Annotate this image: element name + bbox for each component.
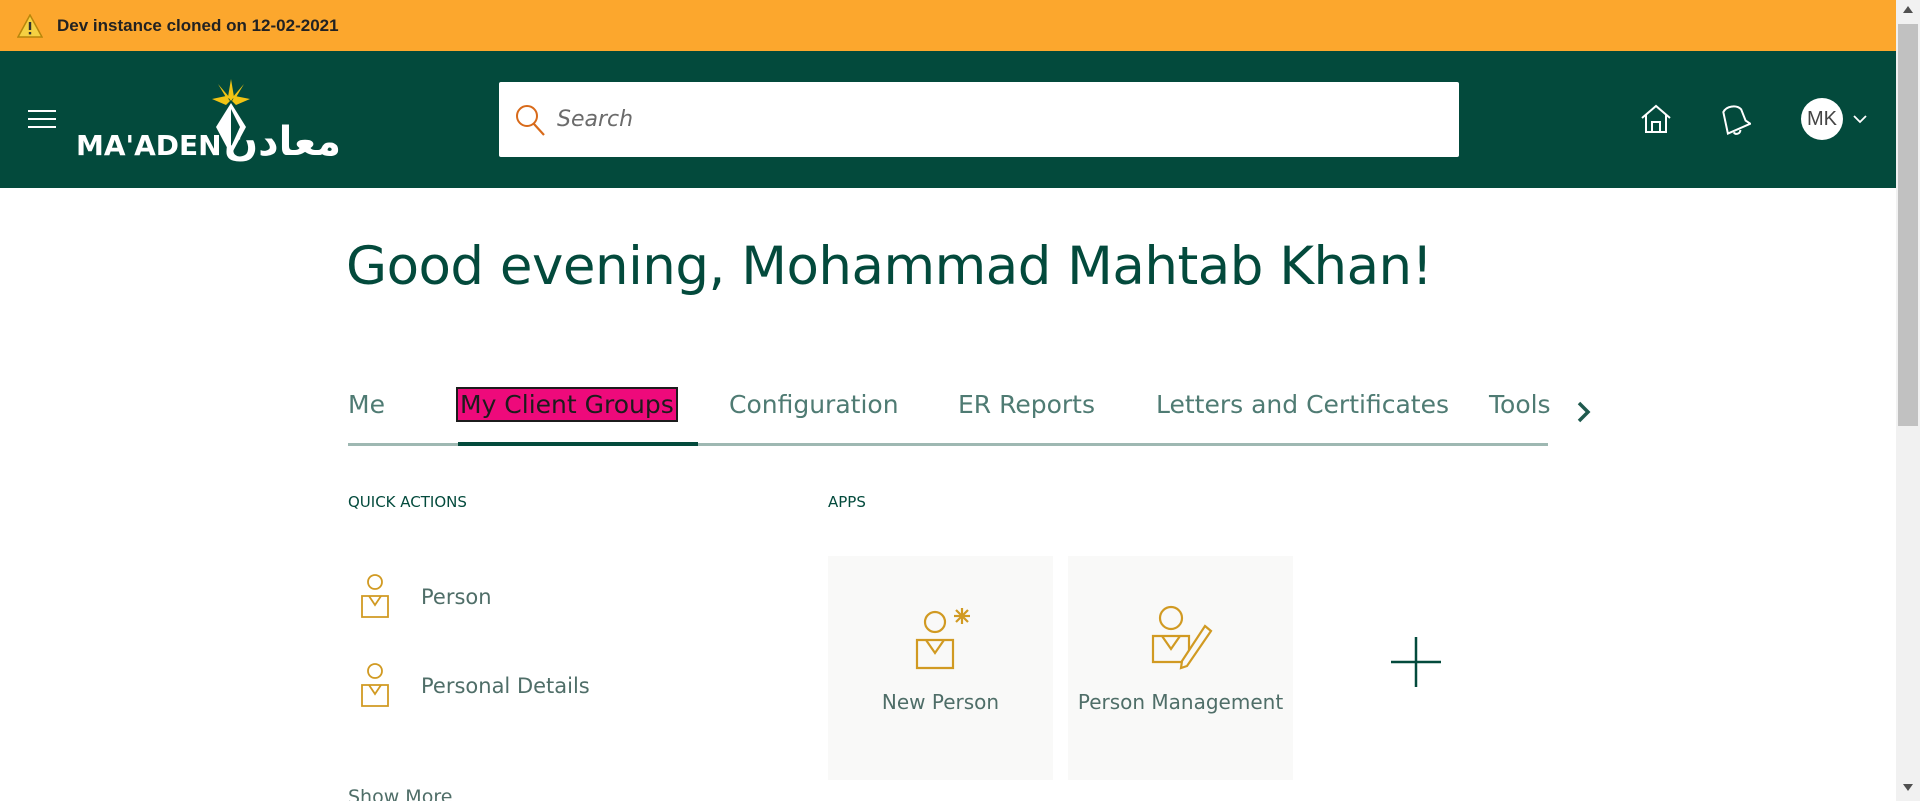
- quick-actions-title: QUICK ACTIONS: [348, 493, 467, 511]
- navigation-tabs: Me My Client Groups Configuration ER Rep…: [348, 380, 1551, 446]
- app-label: New Person: [881, 690, 1000, 714]
- person-icon: [361, 574, 389, 618]
- app-person-management[interactable]: Person Management: [1068, 556, 1293, 780]
- tab-tools[interactable]: Tools: [1489, 390, 1551, 419]
- show-more-link[interactable]: Show More: [348, 786, 452, 801]
- environment-banner: Dev instance cloned on 12-02-2021: [0, 0, 1896, 51]
- new-person-icon: [915, 608, 970, 670]
- logo-arabic-text: معادن: [224, 119, 342, 165]
- banner-text: Dev instance cloned on 12-02-2021: [57, 15, 339, 35]
- search-icon: [516, 104, 545, 136]
- app-new-person[interactable]: New Person: [828, 556, 1053, 780]
- greeting-heading: Good evening, Mohammad Mahtab Khan!: [346, 236, 1433, 297]
- bell-icon[interactable]: [1717, 102, 1751, 136]
- chevron-down-icon[interactable]: [1852, 111, 1868, 127]
- quick-action-label: Personal Details: [421, 674, 590, 698]
- plus-icon[interactable]: [1390, 636, 1442, 688]
- global-header: MA'ADEN معادن MK: [0, 51, 1896, 188]
- apps-title: APPS: [828, 493, 866, 511]
- scrollbar-thumb[interactable]: [1898, 24, 1918, 426]
- home-icon[interactable]: [1639, 102, 1673, 136]
- quick-action-label: Person: [421, 585, 492, 609]
- scroll-down-arrow-icon[interactable]: [1903, 784, 1913, 791]
- page: Dev instance cloned on 12-02-2021 MA'ADE…: [0, 0, 1920, 801]
- global-search[interactable]: [499, 82, 1459, 157]
- tab-configuration[interactable]: Configuration: [729, 390, 899, 419]
- hamburger-menu-icon[interactable]: [28, 110, 56, 132]
- warning-icon: [17, 13, 43, 38]
- search-input[interactable]: [557, 99, 1437, 140]
- avatar-initials: MK: [1807, 107, 1837, 130]
- person-icon: [361, 663, 389, 707]
- tab-me[interactable]: Me: [348, 390, 385, 419]
- chevron-right-icon[interactable]: [1573, 397, 1595, 427]
- tab-my-client-groups[interactable]: My Client Groups: [456, 387, 678, 422]
- logo-text: MA'ADEN: [76, 129, 222, 162]
- tab-er-reports[interactable]: ER Reports: [958, 390, 1095, 419]
- active-tab-indicator: [458, 442, 698, 446]
- person-edit-icon: [1151, 605, 1213, 670]
- scroll-up-arrow-icon[interactable]: [1903, 6, 1913, 13]
- page-scrollbar[interactable]: [1896, 0, 1920, 801]
- company-logo[interactable]: MA'ADEN معادن: [76, 79, 396, 165]
- quick-action-person[interactable]: Person: [355, 572, 492, 622]
- user-avatar[interactable]: MK: [1801, 98, 1843, 140]
- app-label: Person Management: [1077, 690, 1284, 714]
- quick-action-personal-details[interactable]: Personal Details: [355, 661, 590, 711]
- tab-letters-and-certificates[interactable]: Letters and Certificates: [1156, 390, 1449, 419]
